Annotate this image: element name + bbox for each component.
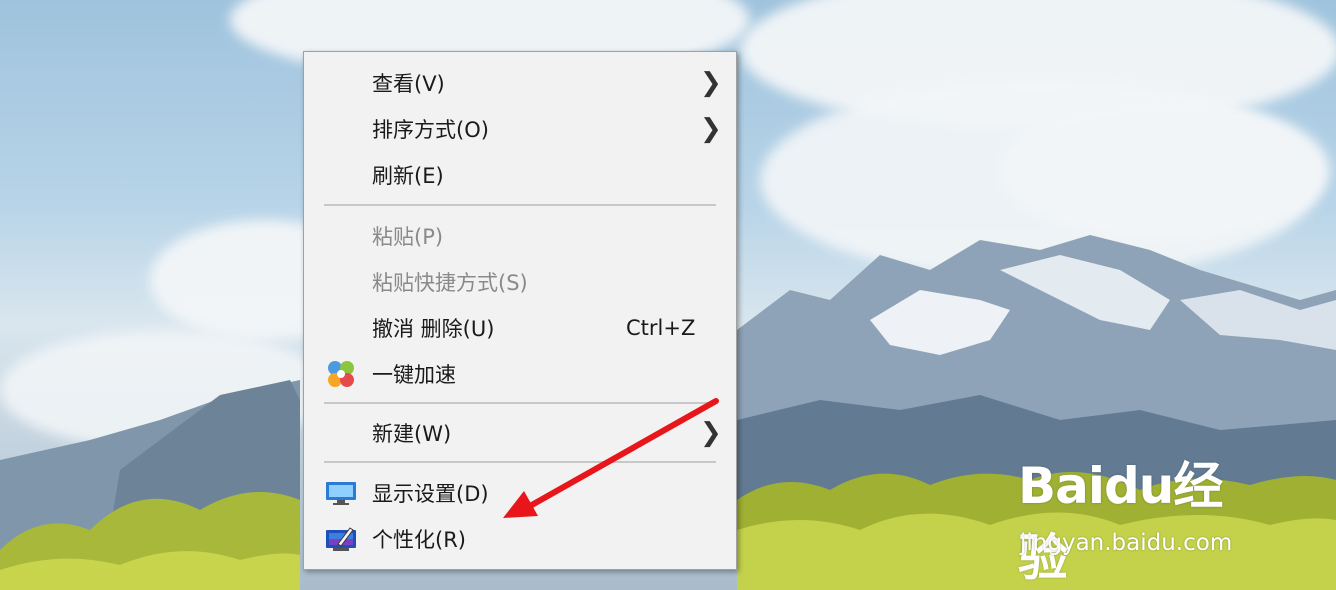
- menu-separator: [324, 204, 716, 206]
- menu-item-label: 排序方式(O): [372, 118, 489, 142]
- menu-item-undo-delete[interactable]: 撤消 删除(U) Ctrl+Z: [304, 306, 736, 350]
- menu-item-label: 新建(W): [372, 422, 452, 446]
- menu-item-display-settings[interactable]: 显示设置(D): [304, 471, 736, 515]
- menu-item-paste[interactable]: 粘贴(P): [304, 214, 736, 258]
- menu-item-label: 显示设置(D): [372, 482, 489, 506]
- menu-item-label: 粘贴快捷方式(S): [372, 271, 528, 295]
- desktop-context-menu: 查看(V) ❯ 排序方式(O) ❯ 刷新(E) 粘贴(P) 粘贴快捷方式(S) …: [303, 51, 737, 570]
- display-settings-icon: [326, 482, 356, 505]
- watermark-url: jingyan.baidu.com: [1020, 530, 1233, 556]
- baidu-logo: Baidu经验: [1018, 457, 1223, 587]
- menu-item-label: 一键加速: [372, 363, 456, 387]
- chevron-right-icon: ❯: [700, 68, 722, 98]
- menu-item-refresh[interactable]: 刷新(E): [304, 153, 736, 197]
- menu-separator: [324, 402, 716, 404]
- menu-item-label: 粘贴(P): [372, 225, 444, 249]
- menu-item-personalize[interactable]: 个性化(R): [304, 517, 736, 561]
- menu-item-label: 刷新(E): [372, 164, 444, 188]
- menu-item-one-click-speedup[interactable]: 一键加速: [304, 352, 736, 396]
- menu-item-new[interactable]: 新建(W) ❯: [304, 411, 736, 455]
- shortcut-label: Ctrl+Z: [626, 316, 696, 340]
- chevron-right-icon: ❯: [700, 418, 722, 448]
- menu-item-label: 查看(V): [372, 72, 445, 96]
- chevron-right-icon: ❯: [700, 114, 722, 144]
- menu-item-view[interactable]: 查看(V) ❯: [304, 61, 736, 105]
- baidu-jingyan-watermark: Baidu经验 jingyan.baidu.com: [1018, 446, 1258, 587]
- speedup-icon: [328, 361, 354, 387]
- personalize-icon: [326, 527, 356, 551]
- menu-item-label: 个性化(R): [372, 528, 466, 552]
- menu-item-paste-shortcut[interactable]: 粘贴快捷方式(S): [304, 260, 736, 304]
- menu-item-label: 撤消 删除(U): [372, 317, 495, 341]
- menu-separator: [324, 461, 716, 463]
- menu-item-sort-by[interactable]: 排序方式(O) ❯: [304, 107, 736, 151]
